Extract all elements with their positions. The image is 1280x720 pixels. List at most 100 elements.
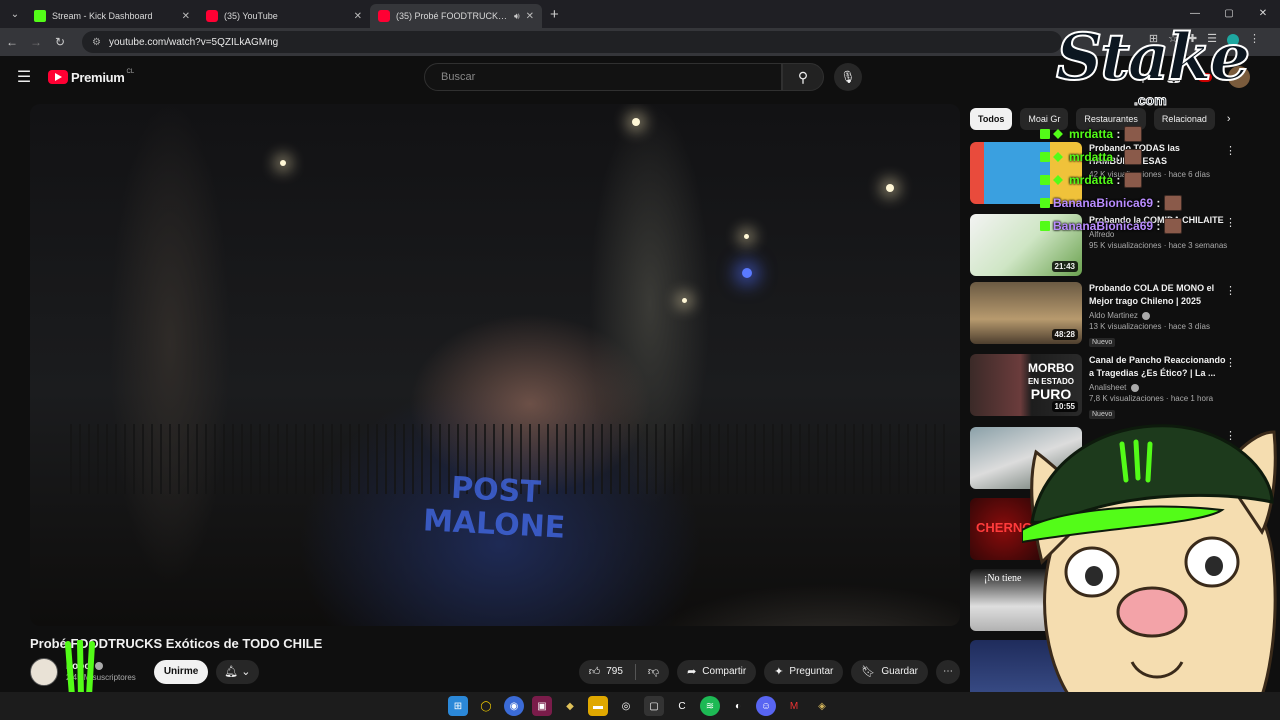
app-icon[interactable]: ◯ <box>476 696 496 716</box>
emote-icon <box>1164 194 1183 211</box>
duration-badge: 10:55 <box>1051 401 1078 412</box>
channel-avatar[interactable] <box>30 658 58 686</box>
gem-badge-icon <box>1053 174 1063 185</box>
emote-icon <box>1164 217 1183 234</box>
subscription-bell-button[interactable]: 🔔︎ ⌄ <box>216 660 259 684</box>
kick-badge-icon <box>1040 220 1050 231</box>
share-button[interactable]: ➦ Compartir <box>677 660 757 684</box>
reload-icon[interactable]: ↻ <box>48 35 72 49</box>
like-dislike-group: 👍︎ 795 👎︎ <box>578 660 670 684</box>
bookmark-icon: 🔖︎ <box>861 666 876 678</box>
video-thumbnail[interactable]: MORBO EN ESTADO PURO 10:55 <box>970 354 1082 416</box>
kick-badge-icon <box>1040 197 1050 208</box>
url-text: youtube.com/watch?v=5QZILkAGMng <box>108 36 279 48</box>
forward-icon[interactable]: → <box>24 35 48 49</box>
browser-tab-youtube[interactable]: (35) YouTube ✕ <box>198 4 370 28</box>
street-lamp <box>886 184 894 192</box>
app-icon[interactable]: ◐ <box>728 696 748 716</box>
more-icon[interactable]: ⋮ <box>1225 284 1236 297</box>
browser-tab-video[interactable]: (35) Probé FOODTRUCKS Ex 🔊︎ ✕ <box>370 4 542 28</box>
share-icon: ➦ <box>687 666 697 678</box>
app-icon[interactable]: ▣ <box>532 696 552 716</box>
bell-icon: 🔔︎ <box>224 666 239 678</box>
audio-playing-icon[interactable]: 🔊︎ <box>514 11 520 22</box>
windows-start-icon[interactable]: ⊞ <box>448 696 468 716</box>
sponsor-tld: .com <box>1134 92 1168 109</box>
tab-title: (35) YouTube <box>224 11 278 21</box>
close-tab-icon[interactable]: ✕ <box>182 11 190 22</box>
folder-icon[interactable]: ▬ <box>588 696 608 716</box>
rec-stats: 95 K visualizaciones · hace 3 semanas <box>1089 241 1228 250</box>
cat-mascot-overlay <box>1022 424 1277 720</box>
like-count: 795 <box>606 666 623 677</box>
emote-icon <box>1124 148 1143 165</box>
like-icon[interactable]: 👍︎ <box>589 660 601 684</box>
blue-light <box>742 268 752 278</box>
save-label: Guardar <box>881 666 918 677</box>
youtube-logo[interactable]: Premium CL <box>48 69 135 85</box>
thumb-text: PURO <box>1030 386 1072 402</box>
sparkle-icon: ✦ <box>774 666 784 678</box>
rec-channel: Analisheet <box>1089 383 1227 392</box>
sponsor-logo: Stake .com <box>1055 19 1266 114</box>
share-label: Compartir <box>702 666 747 677</box>
search-placeholder: Buscar <box>441 71 476 83</box>
site-info-icon[interactable]: ⚙ <box>92 37 101 48</box>
rec-title: Probando COLA DE MONO el Mejor trago Chi… <box>1089 283 1215 306</box>
duration-badge: 48:28 <box>1051 329 1078 340</box>
verified-icon <box>1142 311 1151 320</box>
close-tab-icon[interactable]: ✕ <box>526 11 534 22</box>
url-field[interactable]: ⚙ youtube.com/watch?v=5QZILkAGMng <box>82 31 1062 53</box>
rec-stats: 7,8 K visualizaciones · hace 1 hora <box>1089 394 1214 403</box>
dislike-icon[interactable]: 👎︎ <box>648 660 669 684</box>
logo-region: CL <box>126 69 135 75</box>
tab-search-icon[interactable]: ⌄ <box>4 4 26 24</box>
recommendation-item[interactable]: MORBO EN ESTADO PURO 10:55 Canal de Pancho… <box>970 354 1240 419</box>
chrome-icon[interactable]: ◉ <box>504 696 524 716</box>
browser-tab-kick[interactable]: Stream - Kick Dashboard ✕ <box>26 4 198 28</box>
save-button[interactable]: 🔖︎ Guardar <box>851 660 928 684</box>
emote-icon <box>1124 125 1143 142</box>
sponsor-word: Stake <box>1055 19 1251 96</box>
app-icon[interactable]: C <box>672 696 692 716</box>
spotify-icon[interactable]: ≋ <box>700 696 720 716</box>
thumb-text: ¡No tiene <box>984 573 1022 584</box>
logo-text: Premium <box>71 69 125 85</box>
emote-icon <box>1124 171 1143 188</box>
search-button[interactable]: ⚲ <box>782 63 824 91</box>
search-input[interactable]: Buscar <box>424 63 782 91</box>
close-tab-icon[interactable]: ✕ <box>354 11 362 22</box>
video-thumbnail[interactable]: 48:28 <box>970 282 1082 344</box>
chat-message: mrdatta : <box>1040 122 1240 145</box>
new-badge: Nuevo <box>1089 338 1116 347</box>
new-tab-button[interactable]: + <box>550 6 559 23</box>
chat-username: BananaBionica69 <box>1053 195 1154 210</box>
obs-icon[interactable]: ◎ <box>616 696 636 716</box>
verified-icon <box>1130 383 1139 392</box>
chevron-down-icon: ⌄ <box>241 666 251 678</box>
hamburger-menu-icon[interactable]: ☰ <box>0 67 48 87</box>
duration-badge: 21:43 <box>1051 261 1078 272</box>
stream-chat-overlay: mrdatta : mrdatta : mrdatta : BananaBion… <box>1040 122 1240 237</box>
more-icon: ⋯ <box>943 666 953 677</box>
chat-username: mrdatta <box>1069 126 1114 141</box>
divider <box>634 664 636 680</box>
app-icon[interactable]: ◆ <box>560 696 580 716</box>
tab-title: (35) Probé FOODTRUCKS Ex <box>396 11 510 21</box>
youtube-icon <box>378 10 390 22</box>
more-icon[interactable]: ⋮ <box>1225 356 1236 369</box>
ask-button[interactable]: ✦ Preguntar <box>764 660 844 684</box>
video-player[interactable]: POST MALONE <box>30 104 960 626</box>
join-button[interactable]: Unirme <box>153 660 209 684</box>
recommendation-item[interactable]: 48:28 Probando COLA DE MONO el Mejor tra… <box>970 282 1240 347</box>
discord-icon[interactable]: ☺ <box>756 696 776 716</box>
voice-search-button[interactable]: 🎙︎ <box>834 63 862 91</box>
gem-badge-icon <box>1053 128 1063 139</box>
youtube-icon <box>206 10 218 22</box>
chip-todos[interactable]: Todos <box>970 108 1013 130</box>
app-icon[interactable]: ◈ <box>812 696 832 716</box>
more-actions-button[interactable]: ⋯ <box>936 660 960 684</box>
app-icon[interactable]: ▢ <box>644 696 664 716</box>
back-icon[interactable]: ← <box>0 35 24 49</box>
app-icon[interactable]: M <box>784 696 804 716</box>
